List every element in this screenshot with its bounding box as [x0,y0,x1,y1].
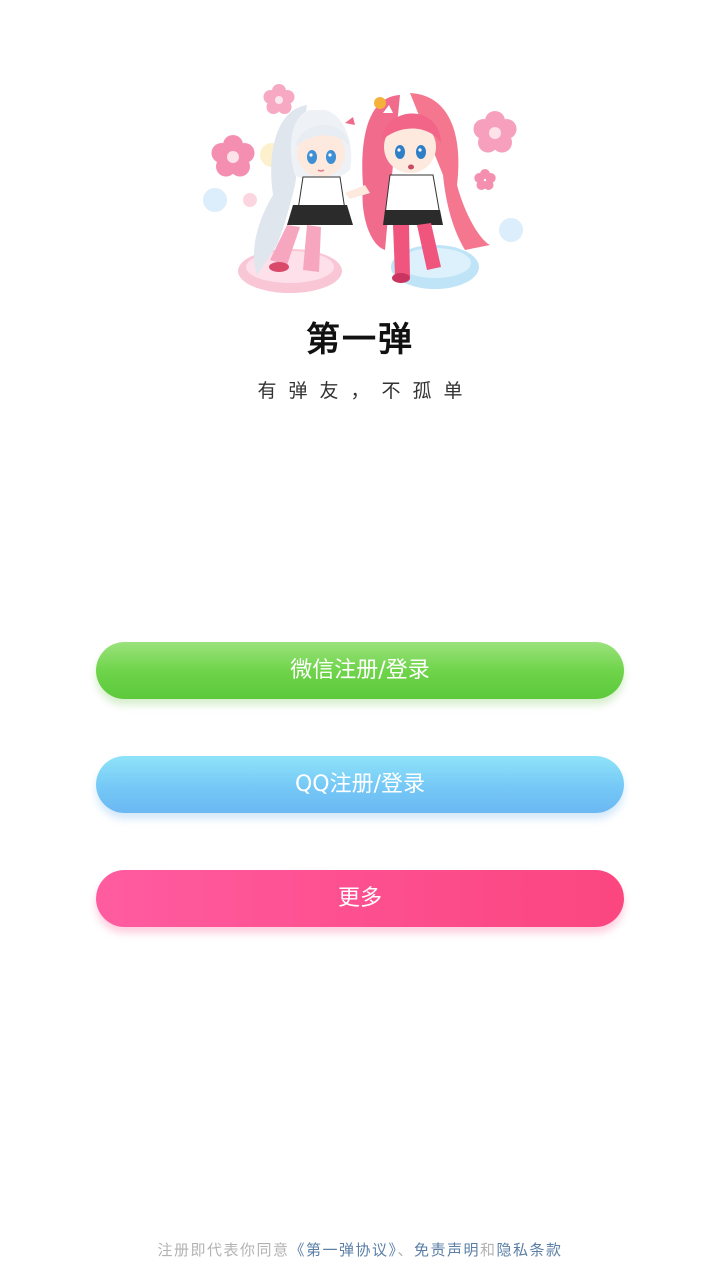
login-screen: 第一弹 有弹友，不孤单 微信注册/登录 QQ注册/登录 更多 注册即代表你同意《… [0,0,720,1280]
disclaimer-link[interactable]: 免责声明 [414,1241,480,1259]
privacy-link[interactable]: 隐私条款 [497,1241,563,1259]
terms-notice: 注册即代表你同意《第一弹协议》、免责声明和隐私条款 [0,1236,720,1264]
terms-separator: 、 [397,1241,414,1259]
app-title: 第一弹 [306,320,414,360]
wechat-login-button[interactable]: 微信注册/登录 [96,642,624,699]
terms-prefix: 注册即代表你同意 [157,1241,290,1259]
more-login-button[interactable]: 更多 [96,870,624,927]
agreement-link[interactable]: 《第一弹协议》 [289,1241,397,1259]
more-login-label: 更多 [337,886,382,911]
silver-hair-girl [253,105,355,275]
wechat-login-label: 微信注册/登录 [290,658,430,683]
terms-and: 和 [480,1241,497,1259]
qq-login-label: QQ注册/登录 [294,772,426,797]
app-slogan: 有弹友，不孤单 [257,380,475,402]
qq-login-button[interactable]: QQ注册/登录 [96,756,624,813]
mascot-illustration [203,84,523,293]
